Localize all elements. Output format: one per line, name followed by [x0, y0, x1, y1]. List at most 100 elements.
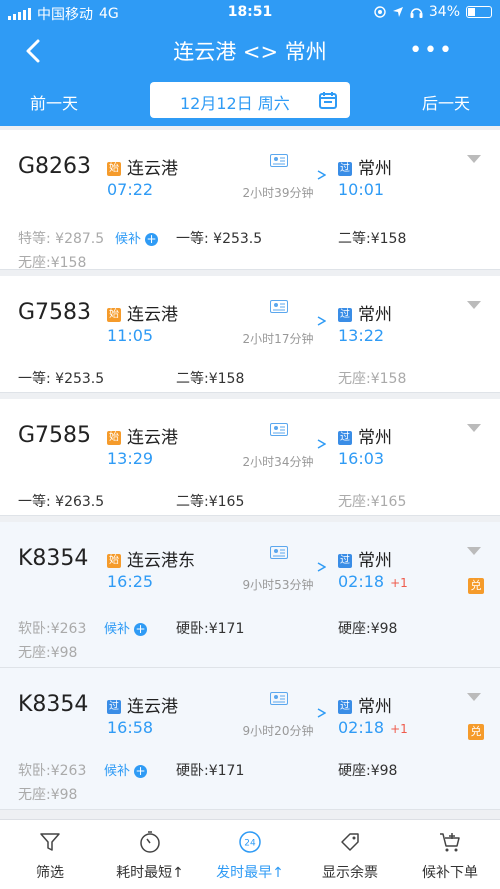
tab-label: 发时最早↑ [216, 865, 284, 881]
pass-through-tag: 过 [338, 308, 352, 322]
tab-label: 筛选 [36, 865, 64, 881]
arrival-time: 02:18 +1 [338, 572, 408, 591]
seat-price: 无座:¥98 [18, 645, 78, 661]
previous-day-button[interactable]: 前一天 [30, 90, 78, 114]
tab-label: 显示余票 [322, 865, 378, 881]
arrival-time: 10:01 [338, 180, 384, 199]
expand-chevron-icon[interactable] [466, 546, 482, 556]
train-card[interactable]: G7583 始连云港 11:05 2小时17分钟 过常州 13:22 一等: ¥… [0, 276, 500, 393]
arrival-station-name: 常州 [358, 551, 392, 571]
clock-24-icon: 24 [239, 831, 261, 853]
departure-time: 16:25 [107, 572, 154, 591]
date-picker[interactable]: 12月12日 周六 [150, 82, 350, 118]
seat-price: 二等:¥158 [176, 371, 245, 387]
travel-duration: 2小时34分钟 [242, 455, 314, 469]
departure-station-name: 连云港 [127, 159, 178, 179]
id-card-icon [270, 546, 288, 559]
next-day-button[interactable]: 后一天 [422, 90, 470, 114]
arrival-time-value: 16:03 [338, 449, 385, 468]
arrival-time: 13:22 [338, 326, 384, 345]
bottom-toolbar: 筛选 耗时最短↑ 24 发时最早↑ 显示余票 候补下单 [0, 819, 500, 889]
redeem-badge: 兑 [468, 578, 484, 594]
direction-arrow-icon [230, 708, 326, 718]
travel-duration: 9小时53分钟 [242, 578, 314, 592]
arrival-station-name: 常州 [358, 697, 392, 717]
direction-arrow-icon [230, 562, 326, 572]
pass-through-tag: 过 [107, 700, 121, 714]
pass-through-tag: 过 [338, 162, 352, 176]
train-list[interactable]: G8263 始连云港 07:22 2小时39分钟 过常州 10:01 特等: ¥… [0, 126, 500, 819]
tab-show-remaining-tickets[interactable]: 显示余票 [300, 820, 400, 889]
departure-station: 始连云港 [107, 423, 178, 448]
train-card[interactable]: G7585 始连云港 13:29 2小时34分钟 过常州 16:03 一等: ¥… [0, 399, 500, 516]
clock-24-label: 24 [244, 839, 256, 849]
battery-percent: 34% [428, 4, 460, 20]
departure-station: 始连云港 [107, 154, 178, 179]
waitlist-button[interactable]: 候补 + [104, 618, 148, 637]
departure-station: 始连云港 [107, 300, 178, 325]
seat-price: 硬座:¥98 [338, 763, 398, 779]
plus-circle-icon: + [134, 622, 148, 636]
pass-through-tag: 过 [338, 700, 352, 714]
id-card-icon [270, 692, 288, 705]
seat-price: 一等: ¥263.5 [18, 494, 105, 510]
origin-tag: 始 [107, 308, 121, 322]
waitlist-button[interactable]: 候补 + [115, 228, 159, 247]
departure-station: 过连云港 [107, 692, 178, 717]
tab-earliest-departure[interactable]: 24 发时最早↑ [200, 820, 300, 889]
departure-time: 11:05 [107, 326, 154, 345]
tab-filter[interactable]: 筛选 [0, 820, 100, 889]
arrival-station: 过常州 [338, 692, 392, 717]
departure-station-name: 连云港 [127, 428, 178, 448]
seat-price: 特等: ¥287.5 [18, 231, 105, 247]
seat-price: 无座:¥158 [18, 255, 87, 271]
headphones-icon [410, 8, 423, 18]
expand-chevron-icon[interactable] [466, 300, 482, 310]
arrival-station-name: 常州 [358, 305, 392, 325]
departure-time: 13:29 [107, 449, 154, 468]
status-bar: 中国移动 4G 18:51 34% [0, 0, 500, 26]
journey-info: 9小时20分钟 [230, 688, 326, 738]
expand-chevron-icon[interactable] [466, 692, 482, 702]
departure-time: 16:58 [107, 718, 154, 737]
seat-price: 无座:¥98 [18, 787, 78, 803]
departure-time: 07:22 [107, 180, 154, 199]
tab-shortest-duration[interactable]: 耗时最短↑ [100, 820, 200, 889]
train-number: G7583 [18, 300, 92, 325]
train-number: G8263 [18, 154, 92, 179]
origin-tag: 始 [107, 431, 121, 445]
selected-date: 12月12日 周六 [180, 94, 290, 113]
arrival-station-name: 常州 [358, 428, 392, 448]
arrival-station: 过常州 [338, 154, 392, 179]
train-card[interactable]: K8354 始连云港东 16:25 9小时53分钟 过常州 02:18 +1 兑 … [0, 522, 500, 668]
seat-price: 硬座:¥98 [338, 621, 398, 637]
departure-station-name: 连云港 [127, 305, 178, 325]
more-options-button[interactable]: ••• [409, 38, 454, 63]
seat-price: 软卧:¥263 [18, 621, 87, 637]
departure-station-name: 连云港 [127, 697, 178, 717]
travel-duration: 2小时39分钟 [242, 186, 314, 200]
next-day-marker: +1 [390, 576, 408, 590]
redeem-badge: 兑 [468, 724, 484, 740]
filter-icon [40, 833, 60, 851]
pass-through-tag: 过 [338, 431, 352, 445]
train-number: K8354 [18, 546, 89, 571]
expand-chevron-icon[interactable] [466, 423, 482, 433]
seat-price: 二等:¥165 [176, 494, 245, 510]
train-card[interactable]: K8354 过连云港 16:58 9小时20分钟 过常州 02:18 +1 兑 软… [0, 668, 500, 810]
seat-price: 一等: ¥253.5 [176, 231, 263, 247]
train-number: G7585 [18, 423, 92, 448]
id-card-icon [270, 154, 288, 167]
expand-chevron-icon[interactable] [466, 154, 482, 164]
waitlist-button[interactable]: 候补 + [104, 760, 148, 779]
calendar-icon [319, 92, 337, 109]
train-card[interactable]: G8263 始连云港 07:22 2小时39分钟 过常州 10:01 特等: ¥… [0, 130, 500, 271]
origin-tag: 始 [107, 162, 121, 176]
tab-waitlist-order[interactable]: 候补下单 [400, 820, 500, 889]
stopwatch-icon [140, 831, 160, 853]
plus-circle-icon: + [134, 764, 148, 778]
arrival-station: 过常州 [338, 546, 392, 571]
seat-price: 软卧:¥263 [18, 763, 87, 779]
journey-info: 2小时39分钟 [230, 150, 326, 200]
journey-info: 2小时17分钟 [230, 296, 326, 346]
